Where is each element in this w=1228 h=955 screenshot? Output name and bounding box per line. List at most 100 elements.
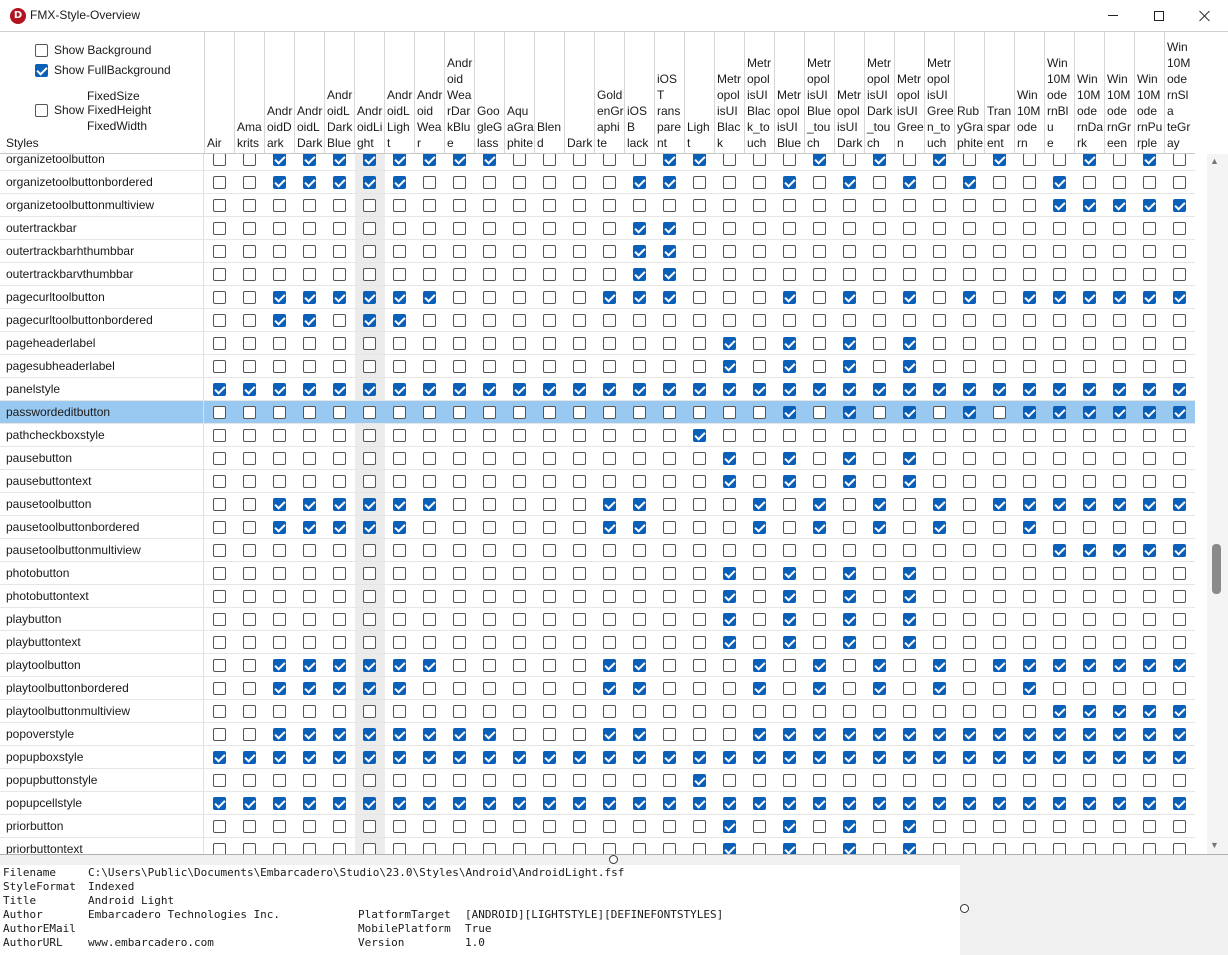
unchecked-checkbox[interactable] bbox=[333, 337, 346, 350]
unchecked-checkbox[interactable] bbox=[1053, 268, 1066, 281]
unchecked-checkbox[interactable] bbox=[963, 705, 976, 718]
unchecked-checkbox[interactable] bbox=[363, 613, 376, 626]
checked-checkbox[interactable] bbox=[1023, 521, 1036, 534]
unchecked-checkbox[interactable] bbox=[273, 544, 286, 557]
unchecked-checkbox[interactable] bbox=[483, 176, 496, 189]
checked-checkbox[interactable] bbox=[933, 154, 946, 166]
unchecked-checkbox[interactable] bbox=[273, 590, 286, 603]
unchecked-checkbox[interactable] bbox=[1173, 268, 1186, 281]
unchecked-checkbox[interactable] bbox=[813, 843, 826, 854]
unchecked-checkbox[interactable] bbox=[543, 176, 556, 189]
unchecked-checkbox[interactable] bbox=[273, 567, 286, 580]
checked-checkbox[interactable] bbox=[453, 383, 466, 396]
checked-checkbox[interactable] bbox=[633, 682, 646, 695]
checked-checkbox[interactable] bbox=[393, 154, 406, 166]
checked-checkbox[interactable] bbox=[603, 498, 616, 511]
unchecked-checkbox[interactable] bbox=[873, 452, 886, 465]
unchecked-checkbox[interactable] bbox=[213, 636, 226, 649]
table-row[interactable]: playtoolbuttonbordered bbox=[0, 677, 1195, 700]
table-row[interactable]: playbuttontext bbox=[0, 631, 1195, 654]
unchecked-checkbox[interactable] bbox=[783, 659, 796, 672]
unchecked-checkbox[interactable] bbox=[693, 498, 706, 511]
unchecked-checkbox[interactable] bbox=[243, 567, 256, 580]
unchecked-checkbox[interactable] bbox=[423, 843, 436, 854]
unchecked-checkbox[interactable] bbox=[453, 544, 466, 557]
checked-checkbox[interactable] bbox=[603, 291, 616, 304]
checked-checkbox[interactable] bbox=[393, 383, 406, 396]
unchecked-checkbox[interactable] bbox=[633, 613, 646, 626]
unchecked-checkbox[interactable] bbox=[243, 774, 256, 787]
unchecked-checkbox[interactable] bbox=[783, 682, 796, 695]
checked-checkbox[interactable] bbox=[363, 291, 376, 304]
checked-checkbox[interactable] bbox=[1113, 659, 1126, 672]
unchecked-checkbox[interactable] bbox=[423, 360, 436, 373]
unchecked-checkbox[interactable] bbox=[843, 659, 856, 672]
unchecked-checkbox[interactable] bbox=[1053, 567, 1066, 580]
unchecked-checkbox[interactable] bbox=[663, 728, 676, 741]
checked-checkbox[interactable] bbox=[723, 567, 736, 580]
checked-checkbox[interactable] bbox=[423, 383, 436, 396]
checked-checkbox[interactable] bbox=[843, 383, 856, 396]
unchecked-checkbox[interactable] bbox=[393, 590, 406, 603]
checked-checkbox[interactable] bbox=[813, 797, 826, 810]
checked-checkbox[interactable] bbox=[1053, 176, 1066, 189]
checked-checkbox[interactable] bbox=[753, 797, 766, 810]
unchecked-checkbox[interactable] bbox=[573, 843, 586, 854]
column-header-12[interactable]: Dark bbox=[564, 32, 594, 153]
unchecked-checkbox[interactable] bbox=[543, 728, 556, 741]
unchecked-checkbox[interactable] bbox=[723, 728, 736, 741]
unchecked-checkbox[interactable] bbox=[933, 544, 946, 557]
unchecked-checkbox[interactable] bbox=[513, 360, 526, 373]
unchecked-checkbox[interactable] bbox=[393, 567, 406, 580]
unchecked-checkbox[interactable] bbox=[873, 636, 886, 649]
unchecked-checkbox[interactable] bbox=[333, 774, 346, 787]
unchecked-checkbox[interactable] bbox=[813, 222, 826, 235]
checked-checkbox[interactable] bbox=[1113, 797, 1126, 810]
checked-checkbox[interactable] bbox=[1143, 199, 1156, 212]
checked-checkbox[interactable] bbox=[1113, 705, 1126, 718]
unchecked-checkbox[interactable] bbox=[993, 843, 1006, 854]
unchecked-checkbox[interactable] bbox=[1143, 429, 1156, 442]
unchecked-checkbox[interactable] bbox=[1143, 636, 1156, 649]
column-header-28[interactable]: Win 10M ode rnBlu e bbox=[1044, 32, 1074, 153]
unchecked-checkbox[interactable] bbox=[693, 452, 706, 465]
unchecked-checkbox[interactable] bbox=[873, 314, 886, 327]
unchecked-checkbox[interactable] bbox=[273, 268, 286, 281]
unchecked-checkbox[interactable] bbox=[333, 245, 346, 258]
unchecked-checkbox[interactable] bbox=[603, 613, 616, 626]
checked-checkbox[interactable] bbox=[693, 797, 706, 810]
unchecked-checkbox[interactable] bbox=[363, 636, 376, 649]
checked-checkbox[interactable] bbox=[843, 636, 856, 649]
unchecked-checkbox[interactable] bbox=[873, 475, 886, 488]
unchecked-checkbox[interactable] bbox=[783, 774, 796, 787]
unchecked-checkbox[interactable] bbox=[903, 268, 916, 281]
unchecked-checkbox[interactable] bbox=[693, 222, 706, 235]
unchecked-checkbox[interactable] bbox=[303, 337, 316, 350]
checked-checkbox[interactable] bbox=[783, 383, 796, 396]
unchecked-checkbox[interactable] bbox=[813, 820, 826, 833]
unchecked-checkbox[interactable] bbox=[453, 291, 466, 304]
table-row[interactable]: outertrackbarvthumbbar bbox=[0, 263, 1195, 286]
unchecked-checkbox[interactable] bbox=[453, 774, 466, 787]
unchecked-checkbox[interactable] bbox=[273, 613, 286, 626]
unchecked-checkbox[interactable] bbox=[1113, 314, 1126, 327]
unchecked-checkbox[interactable] bbox=[483, 268, 496, 281]
unchecked-checkbox[interactable] bbox=[663, 498, 676, 511]
unchecked-checkbox[interactable] bbox=[483, 567, 496, 580]
unchecked-checkbox[interactable] bbox=[243, 521, 256, 534]
unchecked-checkbox[interactable] bbox=[423, 222, 436, 235]
unchecked-checkbox[interactable] bbox=[483, 544, 496, 557]
checked-checkbox[interactable] bbox=[363, 154, 376, 166]
column-header-13[interactable]: Gold enGr aphi te bbox=[594, 32, 624, 153]
unchecked-checkbox[interactable] bbox=[993, 590, 1006, 603]
unchecked-checkbox[interactable] bbox=[993, 544, 1006, 557]
checked-checkbox[interactable] bbox=[753, 728, 766, 741]
unchecked-checkbox[interactable] bbox=[1053, 636, 1066, 649]
unchecked-checkbox[interactable] bbox=[1173, 682, 1186, 695]
checked-checkbox[interactable] bbox=[633, 521, 646, 534]
scroll-down-icon[interactable]: ▼ bbox=[1210, 840, 1219, 850]
unchecked-checkbox[interactable] bbox=[603, 429, 616, 442]
unchecked-checkbox[interactable] bbox=[483, 452, 496, 465]
unchecked-checkbox[interactable] bbox=[693, 728, 706, 741]
unchecked-checkbox[interactable] bbox=[843, 154, 856, 166]
